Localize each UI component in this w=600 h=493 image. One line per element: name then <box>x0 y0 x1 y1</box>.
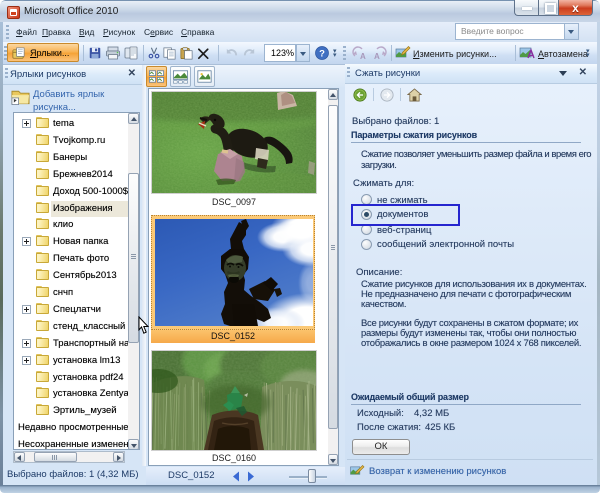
svg-text:A: A <box>374 52 380 61</box>
svg-text:A: A <box>360 52 366 61</box>
svg-text:?: ? <box>319 49 325 60</box>
